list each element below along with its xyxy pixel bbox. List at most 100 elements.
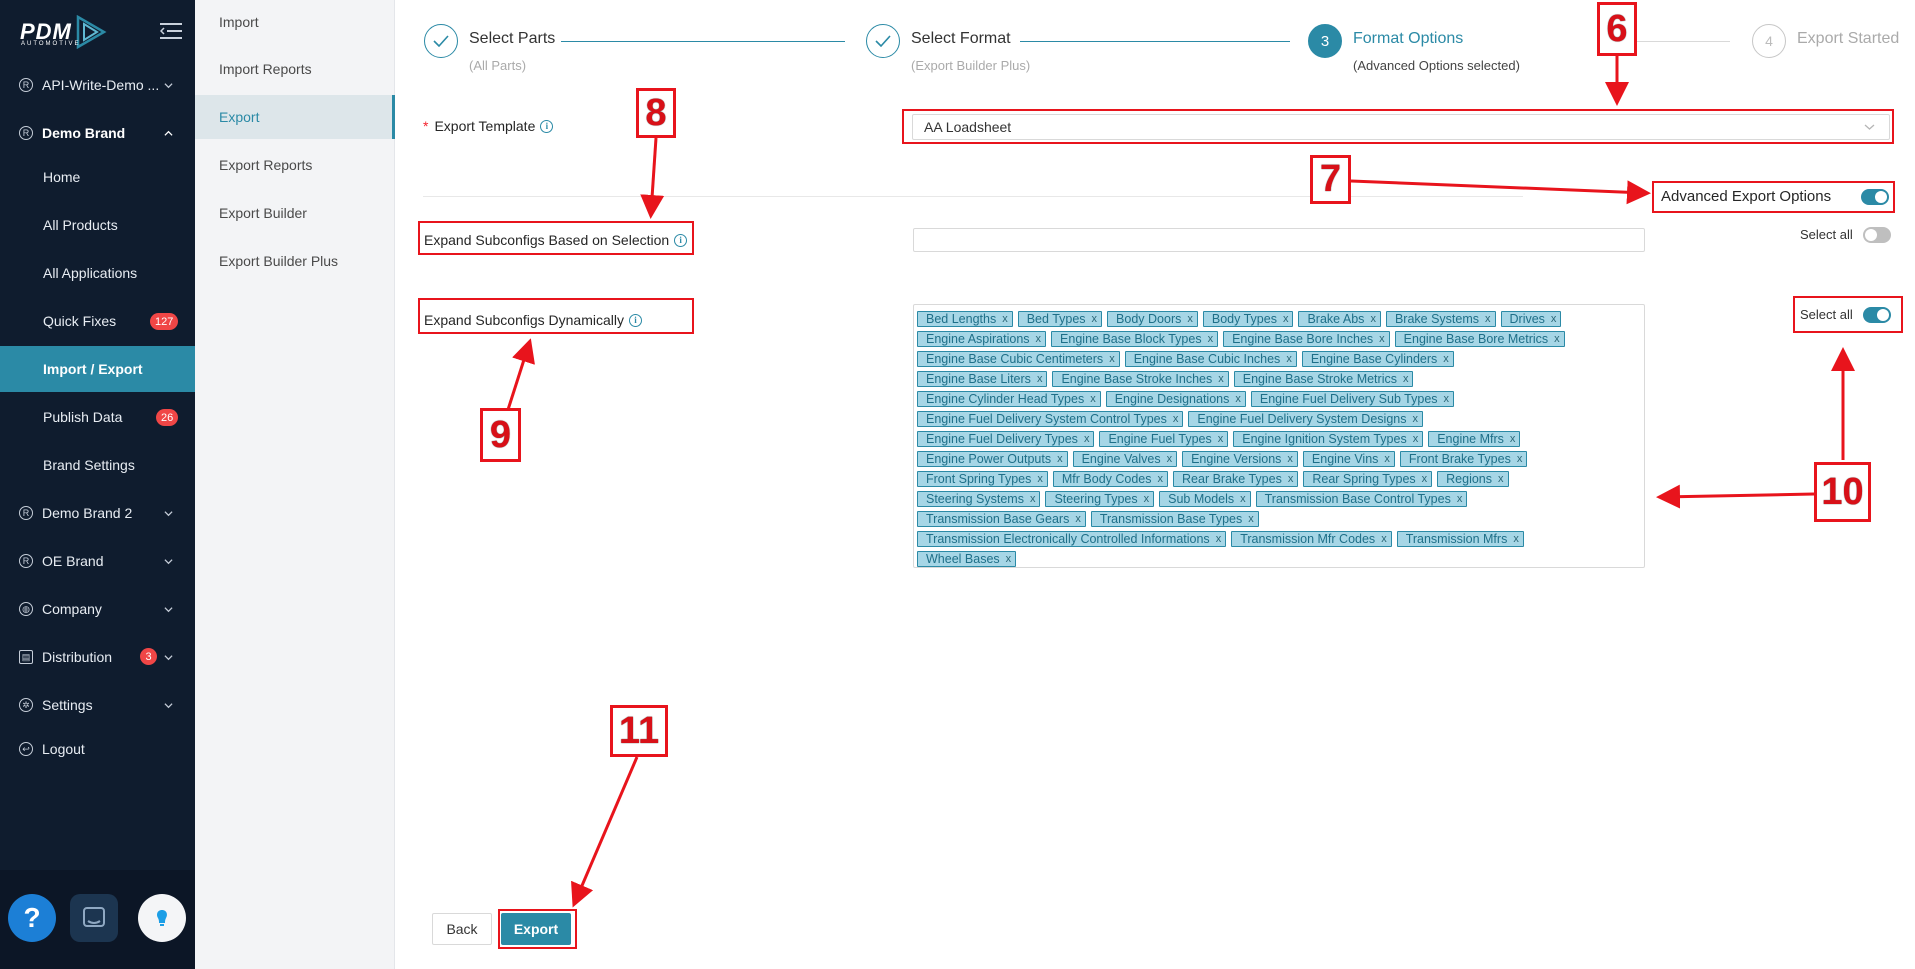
info-icon[interactable]: i bbox=[540, 119, 554, 133]
annotation-number: 6 bbox=[1597, 2, 1637, 56]
remove-tag-icon[interactable]: x bbox=[1187, 313, 1193, 325]
sidebar-item-demo-brand[interactable]: R Demo Brand bbox=[0, 113, 195, 153]
sidebar-item-publish-data[interactable]: Publish Data 26 bbox=[0, 394, 195, 440]
tag-label: Engine Fuel Delivery Types bbox=[926, 432, 1078, 446]
remove-tag-icon[interactable]: x bbox=[1384, 453, 1390, 465]
remove-tag-icon[interactable]: x bbox=[1286, 353, 1292, 365]
tag-label: Engine Aspirations bbox=[926, 332, 1030, 346]
selected-tag: Engine Aspirations x bbox=[917, 331, 1047, 347]
remove-tag-icon[interactable]: x bbox=[1109, 353, 1115, 365]
remove-tag-icon[interactable]: x bbox=[1218, 373, 1224, 385]
tag-label: Steering Types bbox=[1054, 492, 1138, 506]
sidebar-item-all-applications[interactable]: All Applications bbox=[0, 250, 195, 296]
remove-tag-icon[interactable]: x bbox=[1208, 333, 1214, 345]
remove-tag-icon[interactable]: x bbox=[1485, 313, 1491, 325]
tips-button[interactable] bbox=[138, 894, 186, 942]
menu-item-label: Import bbox=[219, 14, 259, 30]
sidebar-item-distribution[interactable]: ▤ Distribution 3 bbox=[0, 637, 195, 677]
sidebar-item-brand-settings[interactable]: Brand Settings bbox=[0, 442, 195, 488]
remove-tag-icon[interactable]: x bbox=[1036, 333, 1042, 345]
sidebar-item-home[interactable]: Home bbox=[0, 154, 195, 200]
remove-tag-icon[interactable]: x bbox=[1403, 373, 1409, 385]
menu-item-export-reports[interactable]: Export Reports bbox=[195, 143, 395, 187]
sidebar-item-logout[interactable]: ↩ Logout bbox=[0, 729, 195, 769]
menu-item-export-builder-plus[interactable]: Export Builder Plus bbox=[195, 239, 395, 283]
selected-tag: Body Types x bbox=[1202, 311, 1294, 327]
menu-item-export-builder[interactable]: Export Builder bbox=[195, 191, 395, 235]
remove-tag-icon[interactable]: x bbox=[1092, 313, 1098, 325]
remove-tag-icon[interactable]: x bbox=[1090, 393, 1096, 405]
remove-tag-icon[interactable]: x bbox=[1240, 493, 1246, 505]
remove-tag-icon[interactable]: x bbox=[1288, 473, 1294, 485]
remove-tag-icon[interactable]: x bbox=[1057, 453, 1063, 465]
sidebar-item-import-export[interactable]: Import / Export bbox=[0, 346, 195, 392]
sidebar-item-oe-brand[interactable]: R OE Brand bbox=[0, 541, 195, 581]
remove-tag-icon[interactable]: x bbox=[1422, 473, 1428, 485]
help-button[interactable]: ? bbox=[8, 894, 56, 942]
collapse-menu-icon[interactable] bbox=[160, 22, 182, 40]
logout-icon: ↩ bbox=[19, 742, 33, 756]
back-button[interactable]: Back bbox=[432, 913, 492, 945]
remove-tag-icon[interactable]: x bbox=[1457, 493, 1463, 505]
remove-tag-icon[interactable]: x bbox=[1551, 313, 1557, 325]
remove-tag-icon[interactable]: x bbox=[1554, 333, 1560, 345]
menu-item-export[interactable]: Export bbox=[195, 95, 395, 139]
remove-tag-icon[interactable]: x bbox=[1002, 313, 1008, 325]
pdm-logo[interactable]: PDM AUTOMOTIVE bbox=[20, 14, 108, 50]
sidebar-item-all-products[interactable]: All Products bbox=[0, 202, 195, 248]
remove-tag-icon[interactable]: x bbox=[1379, 333, 1385, 345]
expand-selection-select-all-toggle[interactable] bbox=[1863, 227, 1891, 243]
remove-tag-icon[interactable]: x bbox=[1144, 493, 1150, 505]
tag-label: Wheel Bases bbox=[926, 552, 1000, 566]
expand-subconfigs-dynamically-select[interactable]: Bed Lengths x Bed Types x Body Doors x Body Ty… bbox=[913, 304, 1645, 568]
remove-tag-icon[interactable]: x bbox=[1006, 553, 1012, 565]
menu-item-import[interactable]: Import bbox=[195, 0, 395, 44]
remove-tag-icon[interactable]: x bbox=[1030, 493, 1036, 505]
selected-tag: Transmission Mfr Codes x bbox=[1231, 531, 1392, 547]
tag-label: Sub Models bbox=[1168, 492, 1235, 506]
expand-subconfigs-selection-input[interactable] bbox=[913, 228, 1645, 252]
menu-item-import-reports[interactable]: Import Reports bbox=[195, 47, 395, 91]
remove-tag-icon[interactable]: x bbox=[1287, 453, 1293, 465]
remove-tag-icon[interactable]: x bbox=[1413, 433, 1419, 445]
sidebar-item-api-write-demo[interactable]: R API-Write-Demo ... bbox=[0, 65, 195, 105]
section-divider bbox=[423, 196, 1523, 197]
remove-tag-icon[interactable]: x bbox=[1075, 513, 1081, 525]
remove-tag-icon[interactable]: x bbox=[1037, 373, 1043, 385]
tag-label: Engine Valves bbox=[1081, 452, 1161, 466]
remove-tag-icon[interactable]: x bbox=[1158, 473, 1164, 485]
remove-tag-icon[interactable]: x bbox=[1173, 413, 1179, 425]
remove-tag-icon[interactable]: x bbox=[1510, 433, 1516, 445]
remove-tag-icon[interactable]: x bbox=[1218, 433, 1224, 445]
sidebar-item-company[interactable]: ◍ Company bbox=[0, 589, 195, 629]
tag-label: Engine Versions bbox=[1191, 452, 1282, 466]
remove-tag-icon[interactable]: x bbox=[1235, 393, 1241, 405]
remove-tag-icon[interactable]: x bbox=[1370, 313, 1376, 325]
remove-tag-icon[interactable]: x bbox=[1443, 353, 1449, 365]
tag-row: Engine Fuel Delivery System Control Type… bbox=[917, 409, 1641, 429]
remove-tag-icon[interactable]: x bbox=[1084, 433, 1090, 445]
remove-tag-icon[interactable]: x bbox=[1444, 393, 1450, 405]
sidebar-item-settings[interactable]: ✲ Settings bbox=[0, 685, 195, 725]
tag-row: Engine Base Liters x Engine Base Stroke In… bbox=[917, 369, 1641, 389]
step-title: Select Parts bbox=[469, 30, 556, 47]
remove-tag-icon[interactable]: x bbox=[1498, 473, 1504, 485]
remove-tag-icon[interactable]: x bbox=[1037, 473, 1043, 485]
sidebar-item-demo-brand-2[interactable]: R Demo Brand 2 bbox=[0, 493, 195, 533]
remove-tag-icon[interactable]: x bbox=[1381, 533, 1387, 545]
gear-icon: ✲ bbox=[19, 698, 33, 712]
selected-tag: Regions x bbox=[1437, 471, 1509, 487]
sidebar-item-quick-fixes[interactable]: Quick Fixes 127 bbox=[0, 298, 195, 344]
remove-tag-icon[interactable]: x bbox=[1248, 513, 1254, 525]
chat-button[interactable] bbox=[70, 894, 118, 942]
remove-tag-icon[interactable]: x bbox=[1167, 453, 1173, 465]
remove-tag-icon[interactable]: x bbox=[1513, 533, 1519, 545]
remove-tag-icon[interactable]: x bbox=[1517, 453, 1523, 465]
annotation-number: 10 bbox=[1814, 462, 1871, 522]
remove-tag-icon[interactable]: x bbox=[1412, 413, 1418, 425]
tag-label: Engine Base Stroke Metrics bbox=[1242, 372, 1397, 386]
remove-tag-icon[interactable]: x bbox=[1283, 313, 1289, 325]
check-icon bbox=[424, 24, 458, 58]
remove-tag-icon[interactable]: x bbox=[1216, 533, 1222, 545]
chat-icon bbox=[83, 907, 105, 927]
